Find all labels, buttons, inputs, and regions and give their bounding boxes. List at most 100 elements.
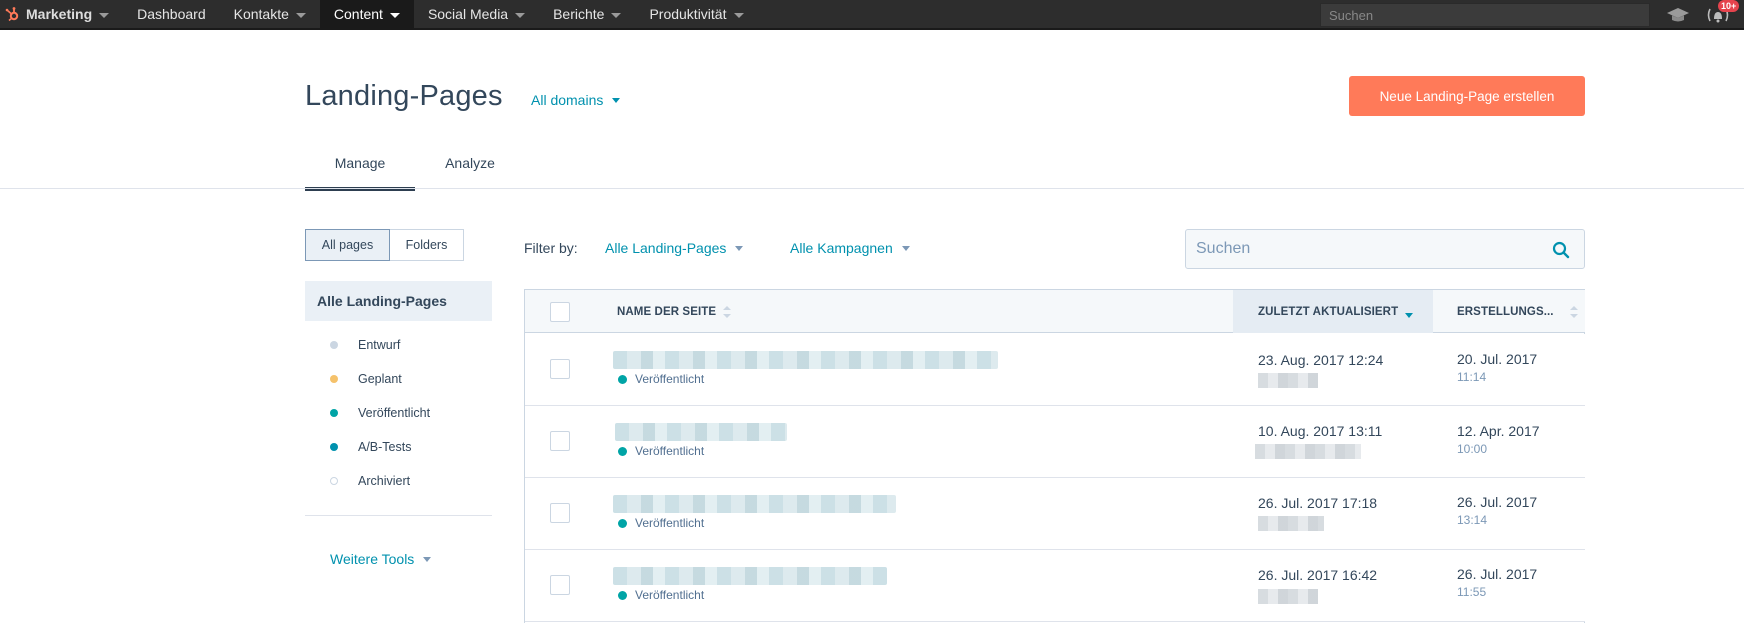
nav-brand-label: Marketing	[26, 6, 93, 22]
nav-brand-marketing[interactable]: Marketing	[0, 0, 123, 29]
more-tools-dropdown[interactable]: Weitere Tools	[330, 551, 432, 567]
sort-icon	[1569, 305, 1578, 318]
updated-by-redacted	[1258, 373, 1318, 388]
chevron-down-icon	[733, 12, 744, 18]
page-name-link-redacted[interactable]	[615, 423, 787, 441]
status-label: Veröffentlicht	[635, 516, 705, 530]
row-checkbox[interactable]	[550, 431, 570, 451]
nav-item-label: Social Media	[427, 6, 509, 22]
nav-item-label: Kontakte	[233, 6, 289, 22]
sidebar-item-label: Entwurf	[358, 338, 401, 352]
nav-item-content[interactable]: Content	[319, 0, 414, 29]
sidebar-item-ab-tests[interactable]: A/B-Tests	[330, 430, 430, 464]
status-dot-icon	[618, 446, 627, 456]
sidebar-item-archiviert[interactable]: Archiviert	[330, 464, 430, 498]
nav-item-label: Dashboard	[137, 6, 206, 22]
status-badge: Veröffentlicht	[618, 372, 704, 386]
tabs-divider	[0, 188, 1744, 189]
page-name-link-redacted[interactable]	[613, 567, 887, 585]
created-time: 10:00	[1457, 442, 1488, 456]
status-dot-icon	[330, 477, 338, 485]
column-header-created[interactable]: ERSTELLUNGS...	[1457, 290, 1583, 333]
created-time: 11:55	[1457, 585, 1487, 599]
folders-toggle[interactable]: Folders	[390, 229, 464, 261]
create-landing-page-button[interactable]: Neue Landing-Page erstellen	[1349, 76, 1585, 116]
chevron-down-icon	[515, 12, 526, 18]
row-checkbox[interactable]	[550, 575, 570, 595]
column-header-label: ERSTELLUNGS...	[1457, 305, 1554, 318]
all-pages-toggle[interactable]: All pages	[305, 229, 390, 261]
sidebar-divider	[305, 515, 492, 516]
nav-item-dashboard[interactable]: Dashboard	[123, 0, 220, 29]
updated-by-redacted	[1258, 516, 1324, 531]
page-name-link-redacted[interactable]	[613, 351, 998, 369]
pages-filter-label: Alle Landing-Pages	[605, 240, 727, 256]
sort-descending-icon	[1405, 312, 1414, 318]
tab-manage[interactable]: Manage	[305, 146, 415, 191]
sidebar-item-geplant[interactable]: Geplant	[330, 362, 430, 396]
sidebar-item-label: Geplant	[358, 372, 402, 386]
updated-by-redacted	[1255, 444, 1361, 459]
sidebar-item-veroeffentlicht[interactable]: Veröffentlicht	[330, 396, 430, 430]
table-row[interactable]: Veröffentlicht 10. Aug. 2017 13:11 12. A…	[525, 406, 1585, 478]
status-dot-icon	[618, 590, 627, 600]
table-search-input[interactable]	[1185, 229, 1585, 269]
search-icon[interactable]	[1552, 241, 1570, 259]
created-time: 13:14	[1457, 513, 1488, 527]
table-row[interactable]: Veröffentlicht 26. Jul. 2017 16:42 26. J…	[525, 550, 1585, 622]
created-date: 26. Jul. 2017	[1457, 566, 1538, 582]
table-header: NAME DER SEITE ZULETZT AKTUALISIERT ERST…	[525, 290, 1585, 333]
view-toggle: All pages Folders	[305, 229, 464, 261]
created-time: 11:14	[1457, 370, 1487, 384]
sidebar-item-label: Archiviert	[358, 474, 411, 488]
tab-bar: Manage Analyze	[305, 146, 525, 191]
select-all-checkbox[interactable]	[550, 302, 570, 322]
global-search-input[interactable]	[1320, 3, 1650, 27]
pages-filter-dropdown[interactable]: Alle Landing-Pages	[605, 240, 744, 256]
filter-label: Filter by:	[524, 240, 578, 256]
sidebar-item-label: A/B-Tests	[358, 440, 412, 454]
row-checkbox[interactable]	[550, 503, 570, 523]
status-dot-icon	[618, 374, 627, 384]
nav-item-kontakte[interactable]: Kontakte	[220, 0, 320, 29]
sidebar-item-all-landing-pages[interactable]: Alle Landing-Pages	[305, 281, 492, 321]
nav-item-label: Content	[333, 6, 383, 22]
table-row[interactable]: Veröffentlicht 26. Jul. 2017 17:18 26. J…	[525, 478, 1585, 550]
academy-cap-icon[interactable]	[1666, 5, 1690, 25]
campaign-filter-dropdown[interactable]: Alle Kampagnen	[790, 240, 910, 256]
status-badge: Veröffentlicht	[618, 444, 704, 458]
row-checkbox[interactable]	[550, 359, 570, 379]
status-filter-list: Entwurf Geplant Veröffentlicht A/B-Tests…	[330, 328, 430, 498]
nav-item-social-media[interactable]: Social Media	[414, 0, 539, 29]
column-header-label: NAME DER SEITE	[617, 305, 717, 318]
table-row[interactable]: Veröffentlicht 23. Aug. 2017 12:24 20. J…	[525, 334, 1585, 406]
status-label: Veröffentlicht	[635, 588, 705, 602]
domain-filter-dropdown[interactable]: All domains	[531, 92, 621, 108]
page-name-link-redacted[interactable]	[613, 495, 896, 513]
chevron-down-icon	[99, 12, 110, 18]
column-header-name[interactable]: NAME DER SEITE	[617, 290, 917, 333]
page-title: Landing-Pages	[305, 80, 503, 112]
sort-icon	[723, 305, 732, 318]
notification-badge: 10+	[1718, 0, 1740, 12]
status-dot-icon	[330, 341, 338, 349]
created-date: 26. Jul. 2017	[1457, 494, 1538, 510]
tab-analyze[interactable]: Analyze	[415, 146, 525, 191]
updated-date: 23. Aug. 2017 12:24	[1258, 352, 1384, 368]
updated-date: 26. Jul. 2017 16:42	[1258, 567, 1378, 583]
status-badge: Veröffentlicht	[618, 588, 704, 602]
status-dot-icon	[330, 375, 338, 383]
updated-by-redacted	[1258, 589, 1318, 604]
nav-item-label: Berichte	[553, 6, 605, 22]
domain-filter-label: All domains	[531, 92, 604, 108]
status-dot-icon	[330, 443, 338, 451]
status-label: Veröffentlicht	[635, 444, 705, 458]
sidebar-item-label: Veröffentlicht	[358, 406, 431, 420]
sidebar-item-entwurf[interactable]: Entwurf	[330, 328, 430, 362]
chevron-down-icon	[295, 12, 306, 18]
chevron-down-icon	[389, 12, 400, 18]
column-header-updated[interactable]: ZULETZT AKTUALISIERT	[1233, 290, 1433, 333]
nav-item-produktivitaet[interactable]: Produktivität	[635, 0, 757, 29]
nav-item-berichte[interactable]: Berichte	[539, 0, 635, 29]
hubspot-logo-icon	[5, 7, 19, 22]
